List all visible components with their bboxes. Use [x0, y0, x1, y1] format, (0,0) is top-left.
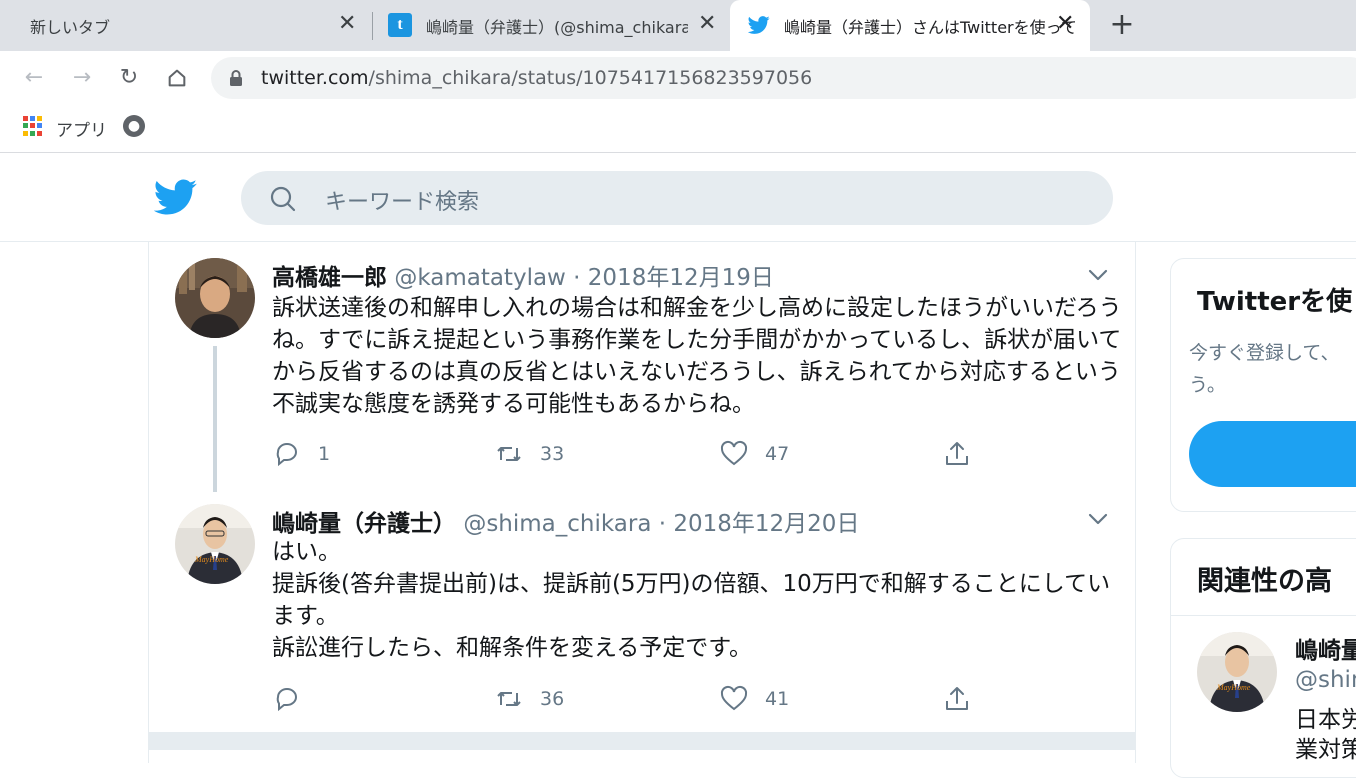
- related-user-bio: 日本労 業対策: [1295, 707, 1356, 763]
- browser-tab-bar: 新しいタブ ✕ t 嶋崎量（弁護士）(@shima_chikara ✕ 嶋崎量（…: [0, 0, 1356, 51]
- reply-icon: [276, 443, 297, 467]
- close-icon[interactable]: ✕: [338, 13, 356, 35]
- related-title: 関連性の高: [1197, 566, 1332, 597]
- tweet-text: はい。 提訴後(答弁書提出前)は、提訴前(5万円)の倍額、10万円で和解すること…: [272, 536, 1122, 664]
- avatar[interactable]: MayHome: [1197, 632, 1277, 712]
- tweet-text: 訴状送達後の和解申し入れの場合は和解金を少し高めに設定したほうがいいだろうね。す…: [272, 292, 1122, 420]
- svg-text:MayHome: MayHome: [194, 555, 229, 564]
- avatar[interactable]: MayHome: [175, 504, 255, 584]
- tab-title: 嶋崎量（弁護士）さんはTwitterを使っています: [784, 17, 1076, 37]
- tab-title: 嶋崎量（弁護士）(@shima_chikara: [426, 17, 688, 37]
- author-name[interactable]: 高橋雄一郎: [272, 265, 387, 291]
- tweet-text-line: 訴訟進行したら、和解条件を変える予定です。: [272, 635, 753, 661]
- search-input[interactable]: キーワード検索: [325, 184, 479, 216]
- bookmarks-bar: アプリ ●: [0, 104, 1356, 153]
- home-icon[interactable]: [163, 64, 191, 92]
- heart-icon: [720, 685, 748, 711]
- tab-twitter-status[interactable]: 嶋崎量（弁護士）さんはTwitterを使っています ✕: [730, 0, 1090, 51]
- retweet-count: 36: [540, 688, 565, 710]
- reply-button[interactable]: 1: [272, 437, 330, 471]
- share-button[interactable]: [942, 437, 972, 471]
- tweet-thread: 高橋雄一郎 @kamatatylaw · 2018年12月19日 訴状送達後の和…: [148, 242, 1136, 763]
- twitter-header: キーワード検索: [0, 154, 1356, 242]
- retweet-icon: [497, 447, 521, 461]
- like-count: 41: [765, 688, 790, 710]
- retweet-button[interactable]: 36: [494, 682, 564, 716]
- related-users-card: 関連性の高 MayHome 嶋崎量 @shim 日本労 業対策: [1170, 538, 1356, 778]
- tweet-header: 嶋崎量（弁護士） @shima_chikara · 2018年12月20日: [272, 504, 859, 538]
- related-user-handle[interactable]: @shim: [1295, 667, 1356, 693]
- new-tab-button[interactable]: +: [1108, 10, 1136, 40]
- author-name[interactable]: 嶋崎量（弁護士）: [272, 511, 456, 537]
- tweet-actions: 36 41: [272, 682, 972, 716]
- search-box[interactable]: キーワード検索: [241, 171, 1113, 225]
- reply-icon: [276, 688, 297, 712]
- thread-connector: [213, 346, 217, 492]
- tweet[interactable]: 高橋雄一郎 @kamatatylaw · 2018年12月19日 訴状送達後の和…: [149, 242, 1135, 492]
- like-count: 47: [765, 443, 790, 465]
- reply-button[interactable]: [272, 682, 318, 716]
- tab-new-tab[interactable]: 新しいタブ ✕: [0, 0, 370, 51]
- browser-toolbar: ← → ↻ twitter.com/shima_chikara/status/1…: [0, 51, 1356, 104]
- tweet[interactable]: MayHome 嶋崎量（弁護士） @shima_chikara · 2018年1…: [149, 492, 1135, 732]
- avatar[interactable]: [175, 258, 255, 338]
- divider: [1171, 615, 1356, 616]
- globe-icon[interactable]: ●: [123, 115, 145, 137]
- url-path: /shima_chikara/status/107541715682359705…: [368, 67, 813, 89]
- retweet-icon: [497, 692, 521, 706]
- svg-text:MayHome: MayHome: [1216, 683, 1251, 692]
- heart-icon: [720, 440, 748, 466]
- signup-title: Twitterを使: [1197, 287, 1353, 317]
- signup-text: 今すぐ登録して、 う。: [1189, 342, 1340, 396]
- tweet-date[interactable]: 2018年12月20日: [673, 511, 859, 537]
- tab-title: 新しいタブ: [30, 17, 111, 37]
- chevron-down-icon[interactable]: [1087, 508, 1109, 530]
- back-arrow-icon[interactable]: ←: [20, 64, 48, 92]
- share-button[interactable]: [942, 682, 972, 716]
- retweet-count: 33: [540, 443, 565, 465]
- author-handle[interactable]: @shima_chikara: [463, 511, 651, 537]
- separator-dot: ·: [658, 511, 667, 537]
- share-icon: [946, 442, 968, 465]
- timeline-divider: [149, 732, 1135, 750]
- forward-arrow-icon[interactable]: →: [68, 64, 96, 92]
- search-icon: [270, 186, 296, 212]
- like-button[interactable]: 47: [719, 437, 789, 471]
- tweet-header: 高橋雄一郎 @kamatatylaw · 2018年12月19日: [272, 258, 774, 292]
- twitter-logo-icon[interactable]: [154, 179, 198, 215]
- tweet-date[interactable]: 2018年12月19日: [588, 265, 774, 291]
- tweet-text-line: 訴状送達後の和解申し入れの場合は和解金を少し高めに設定したほうがいいだろうね。す…: [272, 295, 1122, 417]
- author-handle[interactable]: @kamatatylaw: [394, 265, 566, 291]
- apps-bookmark-label[interactable]: アプリ: [56, 116, 107, 141]
- share-icon: [946, 687, 968, 710]
- retweet-button[interactable]: 33: [494, 437, 564, 471]
- reply-count: 1: [318, 443, 331, 465]
- tab-twitter-profile[interactable]: t 嶋崎量（弁護士）(@shima_chikara ✕: [374, 0, 728, 51]
- signup-button[interactable]: [1189, 421, 1356, 487]
- lock-icon: [230, 70, 242, 86]
- twitter-bird-icon: [748, 16, 770, 34]
- twitter-favicon-icon: t: [388, 13, 412, 37]
- tweet-text-line: はい。: [272, 539, 341, 565]
- close-icon[interactable]: ✕: [1056, 13, 1074, 35]
- signup-card: Twitterを使 今すぐ登録して、 う。: [1170, 258, 1356, 512]
- reload-icon[interactable]: ↻: [115, 64, 143, 92]
- close-icon[interactable]: ✕: [698, 13, 716, 35]
- separator-dot: ·: [573, 265, 581, 291]
- related-user-name[interactable]: 嶋崎量: [1295, 631, 1356, 665]
- apps-grid-icon[interactable]: [23, 116, 43, 136]
- url-text: twitter.com/shima_chikara/status/1075417…: [261, 67, 812, 89]
- tweet-actions: 1 33 47: [272, 437, 972, 471]
- url-host: twitter.com: [261, 67, 369, 89]
- address-bar[interactable]: twitter.com/shima_chikara/status/1075417…: [211, 57, 1356, 99]
- tweet-text-line: 提訴後(答弁書提出前)は、提訴前(5万円)の倍額、10万円で和解することにしてい…: [272, 571, 1111, 629]
- like-button[interactable]: 41: [719, 682, 789, 716]
- chevron-down-icon[interactable]: [1087, 264, 1109, 286]
- tab-divider: [372, 12, 373, 40]
